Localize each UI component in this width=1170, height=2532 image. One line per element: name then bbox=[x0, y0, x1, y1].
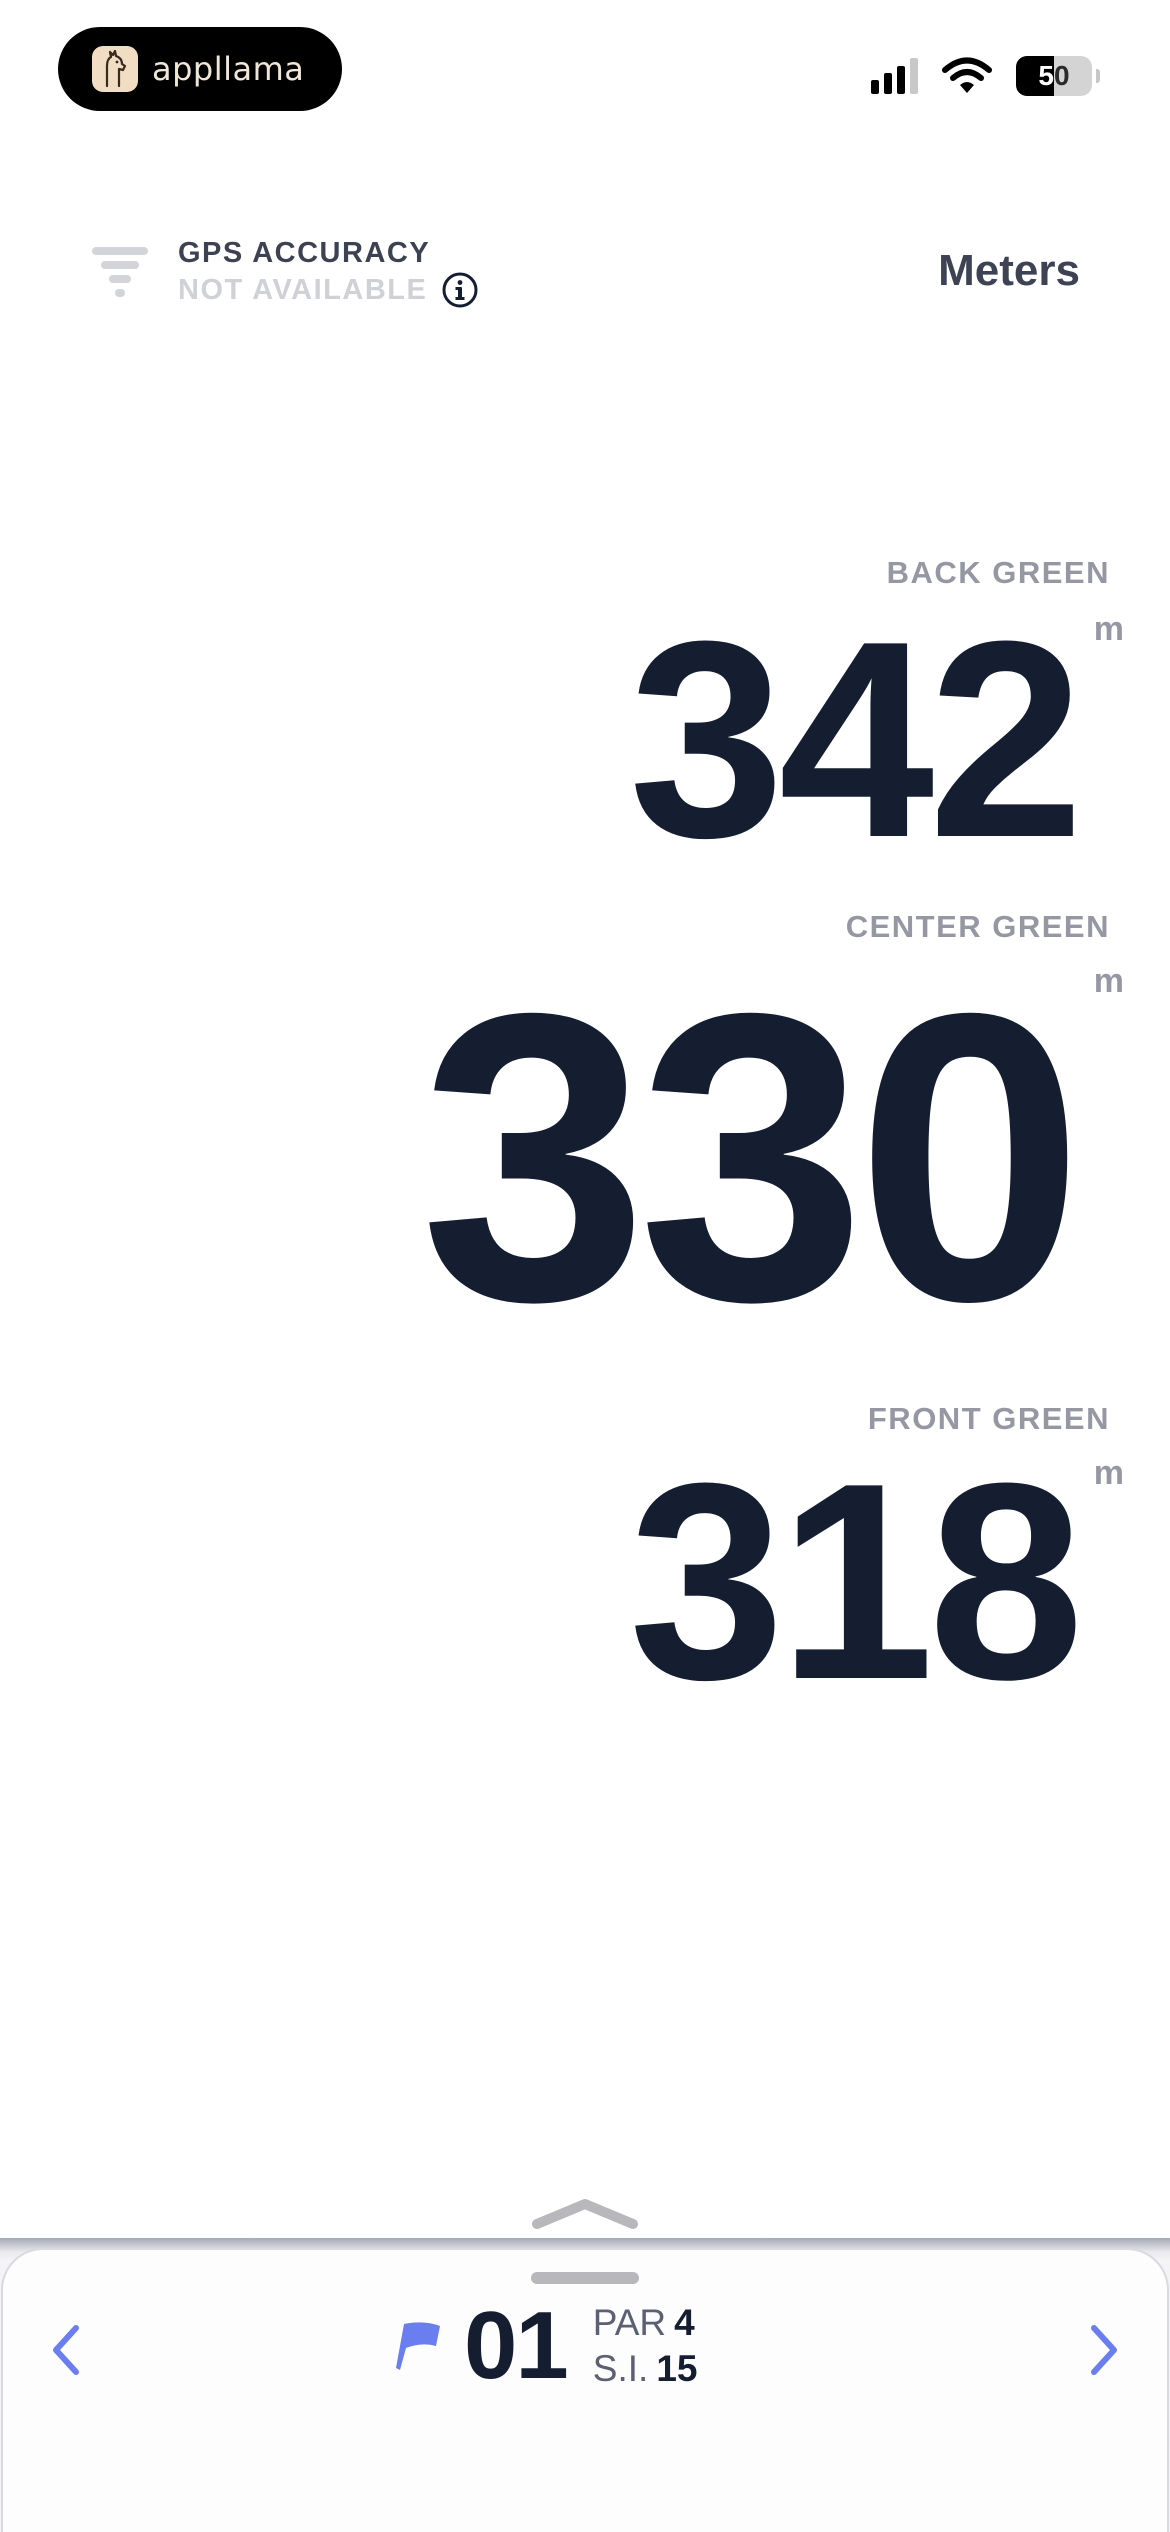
front-green-unit: m bbox=[1093, 1454, 1124, 1492]
battery-percent: 50 bbox=[1038, 60, 1070, 91]
hole-meta: PAR 4 S.I. 15 bbox=[593, 2300, 698, 2392]
stroke-index-label: S.I. bbox=[592, 2348, 649, 2389]
units-toggle[interactable]: Meters bbox=[938, 246, 1080, 296]
par-value: 4 bbox=[674, 2302, 695, 2343]
gps-accuracy: GPS ACCURACY NOT AVAILABLE bbox=[88, 235, 479, 309]
center-green-unit: m bbox=[1093, 962, 1124, 1000]
battery-icon: 50 bbox=[1016, 56, 1100, 96]
gps-accuracy-title: GPS ACCURACY bbox=[178, 237, 431, 269]
hole-info[interactable]: 01 PAR 4 S.I. 15 bbox=[394, 2298, 697, 2394]
status-icons: 50 bbox=[871, 56, 1100, 96]
flag-icon bbox=[396, 2322, 440, 2370]
chevron-right-icon[interactable] bbox=[1080, 2322, 1126, 2378]
par-label: PAR bbox=[592, 2302, 667, 2343]
sheet-grabber[interactable] bbox=[531, 2272, 639, 2284]
front-green-distance: 318 bbox=[628, 1426, 1084, 1738]
stroke-index-value: 15 bbox=[656, 2348, 698, 2389]
hole-number: 01 bbox=[464, 2292, 569, 2399]
gps-accuracy-icon bbox=[92, 247, 148, 297]
llama-logo-icon bbox=[92, 46, 138, 92]
back-green-distance: 342 bbox=[628, 584, 1084, 896]
info-icon[interactable] bbox=[441, 271, 479, 309]
chevron-up-icon[interactable] bbox=[531, 2196, 639, 2230]
app-indicator-pill[interactable]: appllama bbox=[58, 27, 342, 111]
center-green-distance: 330 bbox=[419, 928, 1084, 1386]
gps-accuracy-status: NOT AVAILABLE bbox=[178, 274, 428, 306]
wifi-icon bbox=[942, 57, 992, 93]
app-name: appllama bbox=[152, 50, 305, 88]
chevron-left-icon[interactable] bbox=[44, 2322, 90, 2378]
back-green-unit: m bbox=[1093, 610, 1124, 648]
cellular-signal-icon bbox=[871, 58, 918, 94]
